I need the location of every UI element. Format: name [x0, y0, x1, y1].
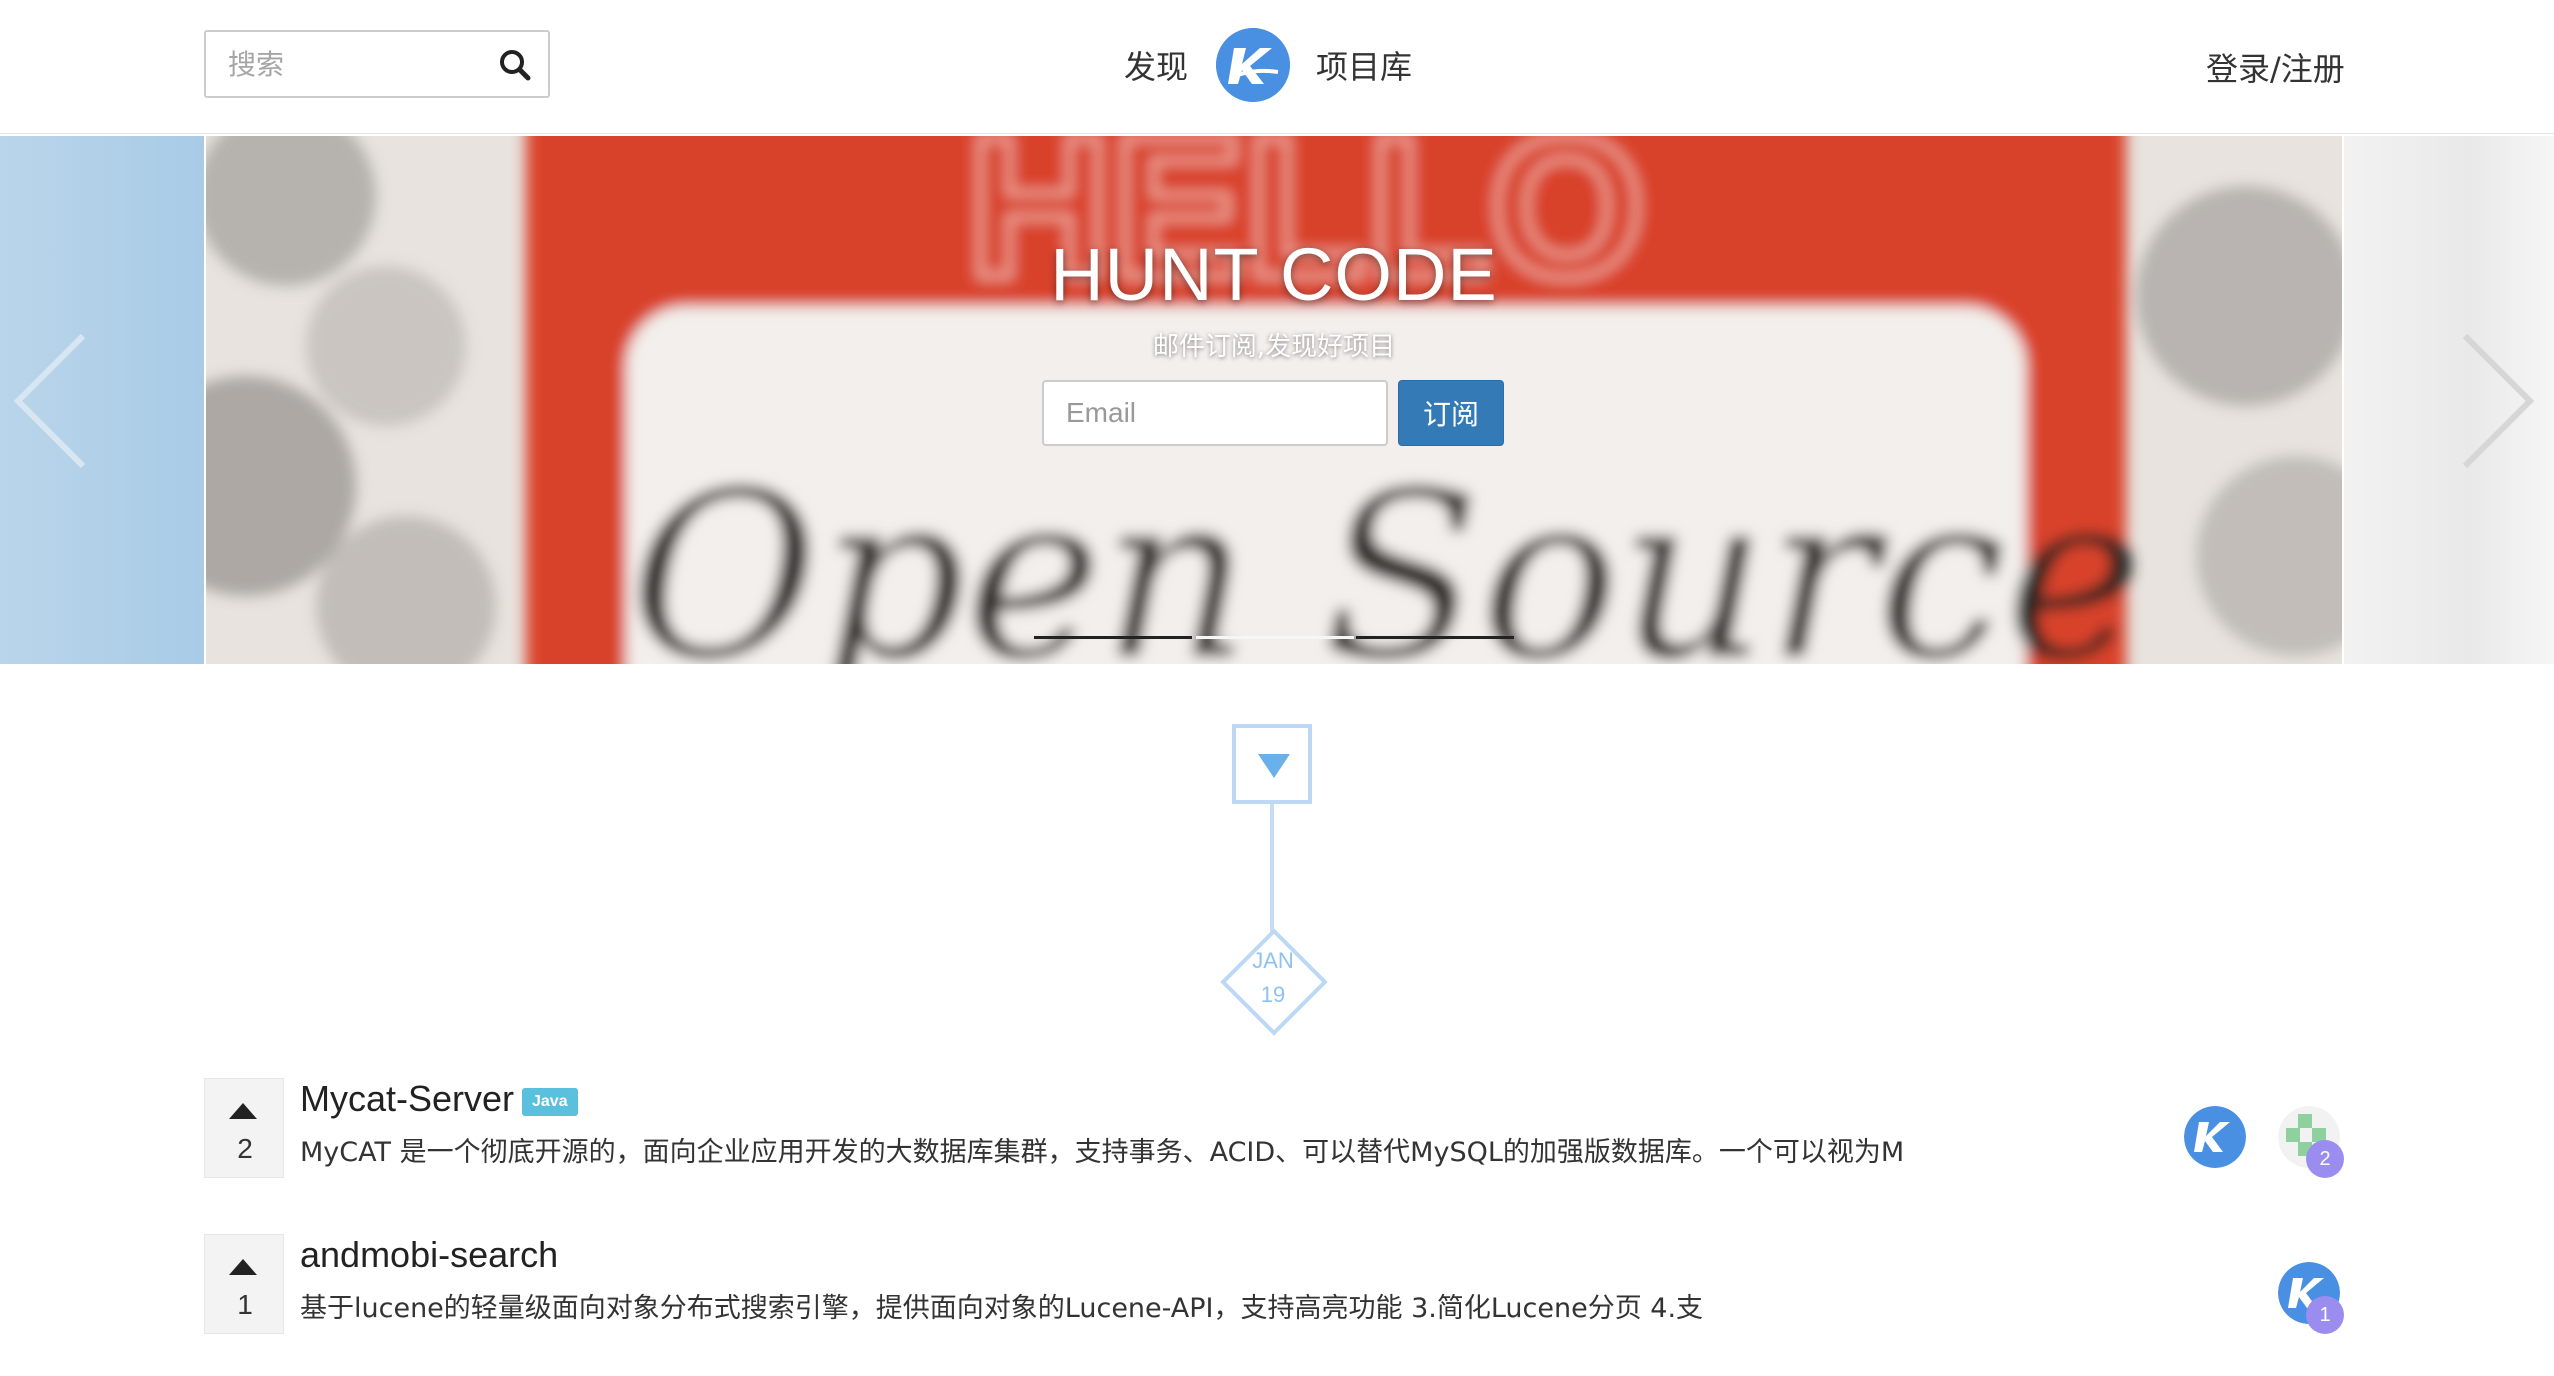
timeline-line [1270, 804, 1274, 932]
contributors-count-badge: 1 [2306, 1296, 2344, 1334]
hero-title: HUNT CODE [1050, 233, 1498, 316]
date-label: JAN 19 [1220, 944, 1326, 1012]
project-name-link[interactable]: Mycat-Server [300, 1078, 514, 1120]
hero-subtitle: 邮件订阅,发现好项目 [1152, 332, 1396, 362]
upvote-arrow-icon [229, 1259, 257, 1275]
upvote-button[interactable]: 1 [204, 1234, 284, 1334]
carousel-indicator-1[interactable] [1034, 636, 1192, 639]
date-day: 19 [1260, 982, 1286, 1007]
language-tag[interactable]: Java [522, 1088, 578, 1116]
user-avatar[interactable] [2184, 1106, 2246, 1168]
caret-down-icon [1258, 754, 1290, 778]
project-description: MyCAT 是一个彻底开源的，面向企业应用开发的大数据库集群，支持事务、ACID… [300, 1137, 1905, 1168]
carousel-indicator-3[interactable] [1356, 636, 1514, 639]
hero-carousel: HELLO Open Source HUNT CODE 邮件订阅,发现好项目 订… [0, 136, 2554, 664]
carousel-prev-arrow-icon[interactable] [8, 326, 98, 476]
project-item: 1 andmobi-search 基于lucene的轻量级面向对象分布式搜索引擎… [204, 1234, 2344, 1338]
carousel-next-arrow-icon[interactable] [2450, 326, 2540, 476]
timeline-toggle-button[interactable] [1232, 724, 1312, 804]
login-register-link[interactable]: 登录/注册 [2206, 44, 2345, 90]
upvote-arrow-icon [229, 1103, 257, 1119]
project-name-link[interactable]: andmobi-search [300, 1234, 558, 1276]
search-input[interactable] [228, 46, 488, 82]
project-description: 基于lucene的轻量级面向对象分布式搜索引擎，提供面向对象的Lucene-AP… [300, 1293, 1704, 1324]
logo-icon[interactable] [1216, 28, 1290, 102]
subscribe-button[interactable]: 订阅 [1398, 380, 1504, 446]
nav-projects-link[interactable]: 项目库 [1316, 42, 1412, 88]
date-month: JAN [1252, 948, 1294, 973]
nav-discover-link[interactable]: 发现 [1124, 42, 1188, 88]
carousel-indicator-2[interactable] [1196, 636, 1354, 639]
email-subscribe-input[interactable] [1042, 380, 1388, 446]
search-icon[interactable] [498, 48, 532, 82]
project-item: 2 Mycat-Server Java MyCAT 是一个彻底开源的，面向企业应… [204, 1078, 2344, 1182]
vote-count: 2 [237, 1133, 253, 1164]
upvote-button[interactable]: 2 [204, 1078, 284, 1178]
search-box [204, 30, 550, 98]
vote-count: 1 [237, 1289, 253, 1320]
top-navbar: 发现 项目库 登录/注册 [0, 0, 2554, 134]
contributors-count-badge: 2 [2306, 1140, 2344, 1178]
svg-text:Open Source: Open Source [630, 444, 2142, 664]
